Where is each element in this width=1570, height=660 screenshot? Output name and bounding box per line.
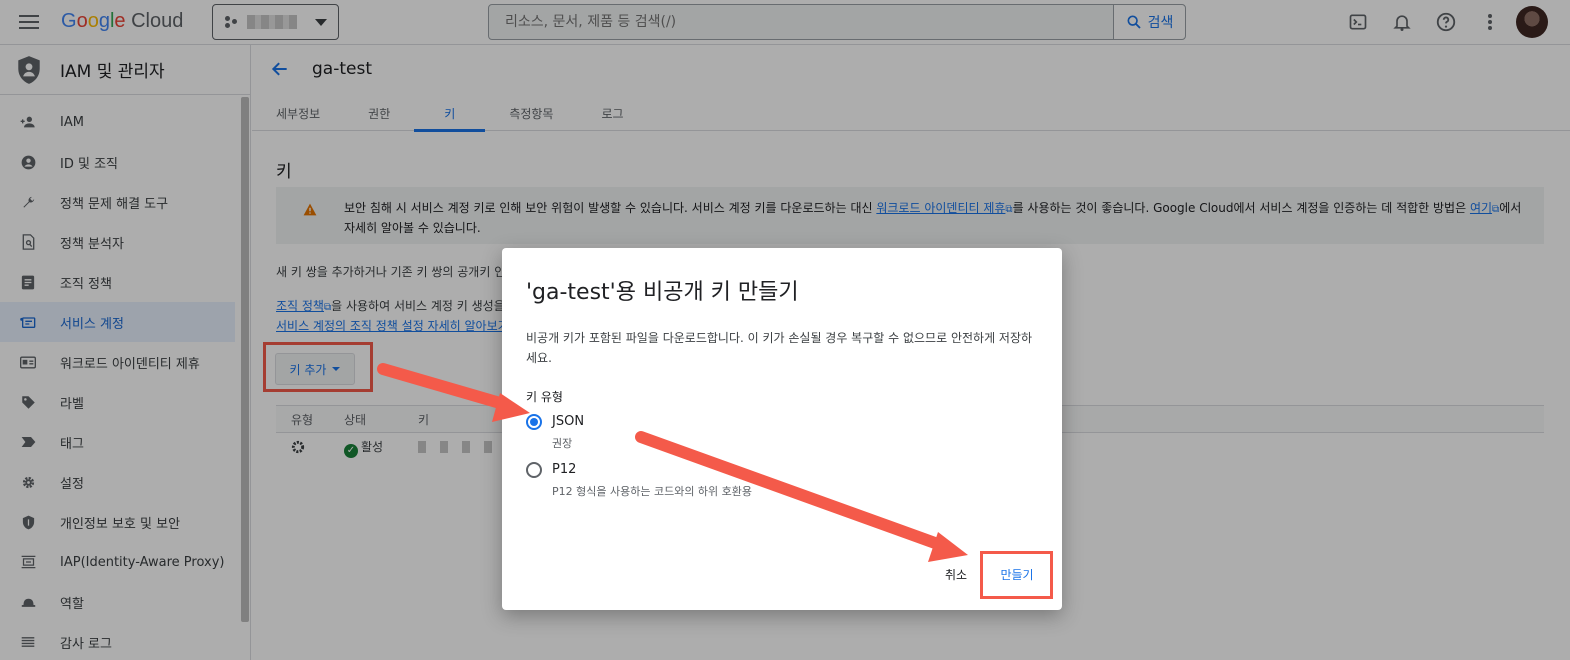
- key-type-label: 키 유형: [526, 390, 563, 404]
- dialog-description: 비공개 키가 포함된 파일을 다운로드합니다. 이 키가 손실될 경우 복구할 …: [526, 331, 1033, 365]
- highlight-box-create: [980, 551, 1053, 599]
- option-label: P12: [552, 462, 577, 477]
- cancel-button[interactable]: 취소: [945, 566, 967, 583]
- radio-json[interactable]: [526, 414, 542, 430]
- create-private-key-dialog: 'ga-test'용 비공개 키 만들기 비공개 키가 포함된 파일을 다운로드…: [502, 248, 1062, 610]
- option-sub: P12 형식을 사용하는 코드와의 하위 호환용: [552, 485, 753, 498]
- key-type-option-p12[interactable]: P12 P12 형식을 사용하는 코드와의 하위 호환용: [526, 462, 752, 499]
- dialog-title: 'ga-test'용 비공개 키 만들기: [526, 280, 799, 305]
- key-type-option-json[interactable]: JSON 권장: [526, 414, 584, 451]
- option-label: JSON: [552, 414, 585, 429]
- radio-p12[interactable]: [526, 462, 542, 478]
- option-sub: 권장: [552, 437, 573, 450]
